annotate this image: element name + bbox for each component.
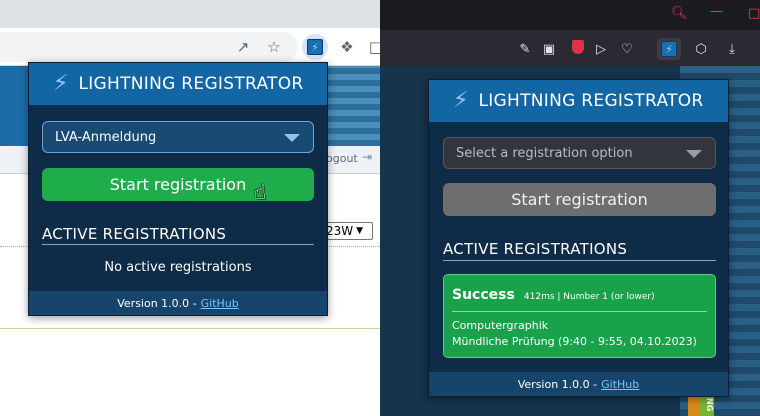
extensions-puzzle-icon[interactable]: ❖ bbox=[337, 37, 357, 57]
edit-icon[interactable]: ✎ bbox=[516, 40, 534, 58]
logout-icon[interactable]: ⇥ bbox=[362, 150, 372, 164]
lightning-extension-button[interactable]: ⚡ bbox=[657, 38, 681, 60]
cube-icon[interactable]: ⬡ bbox=[692, 40, 710, 58]
exam-detail: Mündliche Prüfung (9:40 - 9:55, 04.10.20… bbox=[452, 335, 697, 348]
version-text: Version 1.0.0 - bbox=[517, 377, 598, 391]
lightning-extension-button[interactable]: ⚡ bbox=[302, 34, 328, 60]
logout-link[interactable]: ogout bbox=[326, 152, 358, 165]
chevron-down-icon bbox=[284, 134, 300, 142]
start-registration-button[interactable]: Start registration bbox=[42, 168, 314, 201]
popup-footer: Version 1.0.0 - GitHub bbox=[429, 372, 728, 396]
version-text: Version 1.0.0 - bbox=[117, 296, 197, 310]
select-value: LVA-Anmeldung bbox=[55, 129, 157, 145]
divider bbox=[0, 328, 380, 329]
download-icon[interactable]: ⤓ bbox=[723, 40, 741, 58]
right-browser-tabstrip: 🔍︎ — □ bbox=[380, 0, 760, 30]
lightning-extension-icon: ⚡ bbox=[661, 41, 677, 57]
left-browser-toolbar: ↗ ☆ ⚡ ❖ □ bbox=[0, 28, 383, 66]
popup-header: ⚡︎ LIGHTNING REGISTRATOR bbox=[29, 63, 327, 105]
send-icon[interactable]: ▷ bbox=[592, 40, 610, 58]
lightning-extension-icon: ⚡ bbox=[307, 39, 323, 55]
left-browser-tabstrip bbox=[0, 0, 380, 28]
section-title: ACTIVE REGISTRATIONS bbox=[42, 225, 227, 243]
chevron-down-icon: ▼ bbox=[356, 226, 364, 236]
address-bar[interactable] bbox=[0, 32, 298, 62]
card-divider bbox=[452, 311, 707, 312]
minimize-icon[interactable]: — bbox=[710, 4, 723, 19]
search-icon[interactable]: 🔍︎ bbox=[671, 6, 688, 21]
popup-header: ⚡︎ LIGHTNING REGISTRATOR bbox=[429, 80, 728, 122]
popup-title: LIGHTNING REGISTRATOR bbox=[478, 91, 704, 111]
extension-popup-left: ⚡︎ LIGHTNING REGISTRATOR LVA-Anmeldung S… bbox=[28, 62, 328, 316]
chevron-down-icon bbox=[686, 150, 702, 158]
status-label: Success bbox=[452, 287, 515, 303]
registration-option-select[interactable]: LVA-Anmeldung bbox=[42, 121, 314, 153]
empty-state-text: No active registrations bbox=[104, 260, 252, 275]
page-side-tab: NG bbox=[700, 394, 714, 416]
registration-success-card: Success 412ms | Number 1 (or lower) Comp… bbox=[443, 274, 716, 358]
share-icon[interactable]: ↗ bbox=[233, 37, 253, 57]
camera-icon[interactable]: ▣ bbox=[540, 40, 558, 58]
lightning-icon: ⚡︎ bbox=[53, 71, 69, 96]
popup-footer: Version 1.0.0 - GitHub bbox=[29, 291, 327, 315]
start-registration-button[interactable]: Start registration bbox=[443, 183, 716, 216]
section-title: ACTIVE REGISTRATIONS bbox=[443, 240, 628, 258]
registration-meta: 412ms | Number 1 (or lower) bbox=[523, 292, 655, 302]
github-link[interactable]: GitHub bbox=[601, 378, 639, 391]
bookmark-star-icon[interactable]: ☆ bbox=[264, 37, 284, 57]
github-link[interactable]: GitHub bbox=[201, 297, 239, 310]
semester-select[interactable]: 23W ▼ bbox=[323, 222, 373, 240]
shield-icon[interactable] bbox=[572, 40, 584, 54]
semester-value: 23W bbox=[326, 224, 354, 238]
section-divider bbox=[443, 260, 716, 261]
course-name: Computergraphik bbox=[452, 319, 549, 332]
maximize-icon[interactable]: □ bbox=[748, 6, 760, 21]
right-browser-toolbar: ✎ ▣ ▷ ♡ ⬡ ⤓ bbox=[380, 30, 760, 66]
lightning-icon: ⚡︎ bbox=[453, 88, 469, 113]
hand-cursor-icon: ☝ bbox=[254, 180, 267, 204]
select-placeholder: Select a registration option bbox=[456, 145, 633, 161]
registration-option-select[interactable]: Select a registration option bbox=[443, 137, 716, 169]
section-divider bbox=[42, 244, 314, 245]
popup-title: LIGHTNING REGISTRATOR bbox=[78, 74, 304, 94]
heart-icon[interactable]: ♡ bbox=[618, 40, 636, 58]
